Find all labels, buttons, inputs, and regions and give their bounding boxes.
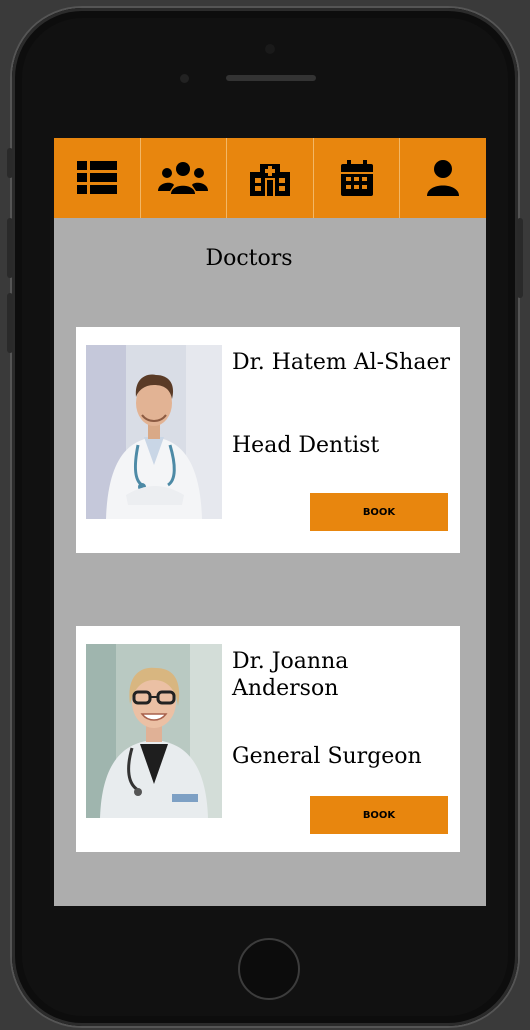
- doctor-role: Head Dentist: [232, 433, 380, 458]
- doctor-role: General Surgeon: [232, 744, 422, 769]
- calendar-icon: [340, 160, 373, 196]
- mute-switch: [7, 148, 13, 178]
- user-icon: [427, 160, 460, 196]
- list-icon: [76, 161, 117, 194]
- doctor-card: Dr. Hatem Al-Shaer Head Dentist BOOK: [76, 327, 460, 553]
- doctor-photo: [86, 644, 222, 818]
- sensor: [180, 74, 189, 83]
- nav-item-list[interactable]: [54, 138, 141, 218]
- nav-item-hospital[interactable]: [227, 138, 314, 218]
- doctor-name: Dr. Joanna Anderson: [232, 649, 349, 701]
- nav-item-users[interactable]: [141, 138, 228, 218]
- front-camera: [265, 44, 275, 54]
- home-button[interactable]: [238, 938, 300, 1000]
- doctor-name: Dr. Hatem Al-Shaer: [232, 350, 450, 375]
- book-button[interactable]: BOOK: [310, 796, 448, 834]
- top-navigation: [54, 138, 486, 218]
- volume-down-button: [7, 293, 13, 353]
- doctor-card: Dr. Joanna Anderson General Surgeon BOOK: [76, 626, 460, 852]
- app-screen: Doctors Dr. Hatem Al-Shaer Head Dentist: [54, 138, 486, 906]
- users-icon: [158, 162, 209, 194]
- nav-item-calendar[interactable]: [314, 138, 401, 218]
- hospital-icon: [249, 164, 290, 196]
- book-button[interactable]: BOOK: [310, 493, 448, 531]
- power-button: [517, 218, 523, 298]
- doctor-photo: [86, 345, 222, 519]
- earpiece-speaker: [226, 75, 316, 81]
- nav-item-profile[interactable]: [400, 138, 486, 218]
- volume-up-button: [7, 218, 13, 278]
- page-title: Doctors: [205, 246, 293, 271]
